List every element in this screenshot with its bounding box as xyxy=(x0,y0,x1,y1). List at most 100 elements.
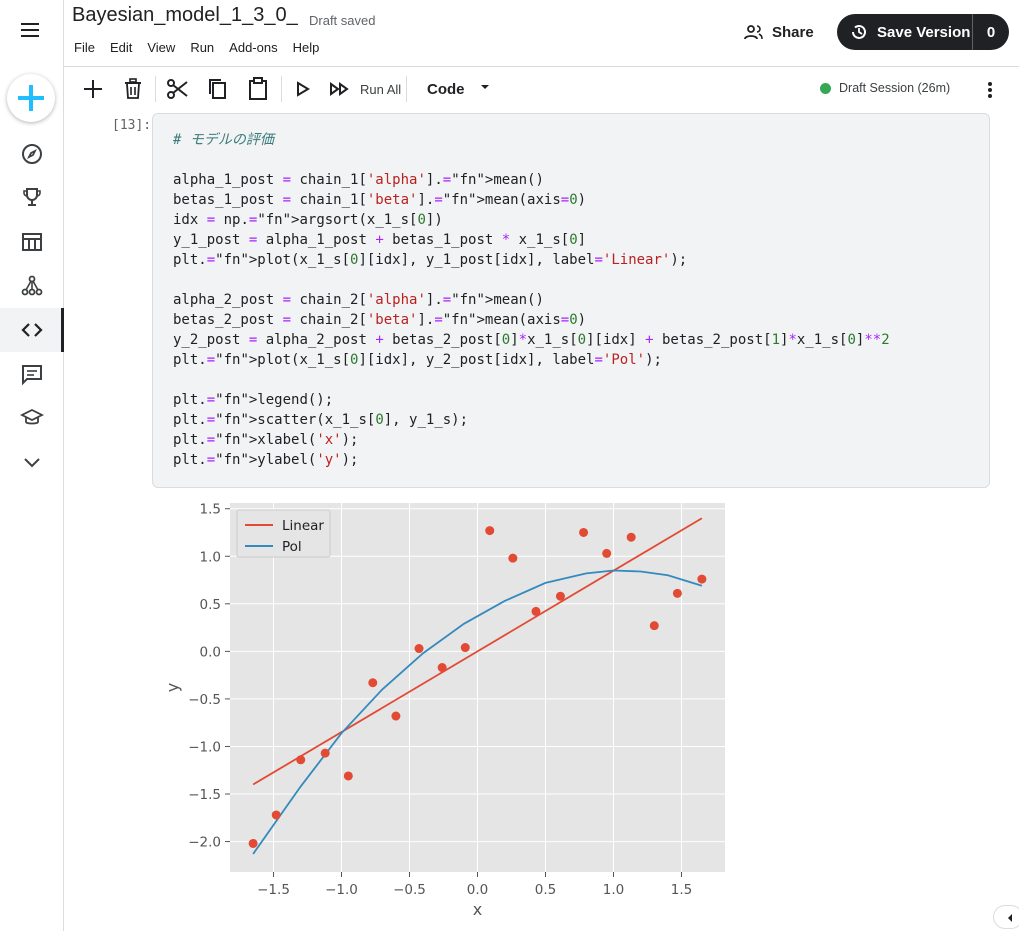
session-label: Draft Session (26m) xyxy=(839,81,951,95)
menu-file[interactable]: File xyxy=(74,40,95,55)
code-line: plt.="fn">legend(); xyxy=(173,392,334,408)
menu-bar: File Edit View Run Add-ons Help xyxy=(74,40,334,55)
code-cell[interactable]: # モデルの評価 alpha_1_post = chain_1['alpha']… xyxy=(152,113,990,488)
code-line: betas_2_post = chain_2['beta'].="fn">mea… xyxy=(173,312,587,328)
y-axis-label: y xyxy=(163,683,182,692)
y-tick-label: 1.0 xyxy=(200,549,221,565)
run-all-icon[interactable] xyxy=(328,76,352,102)
scatter-point xyxy=(271,810,281,820)
code-line: plt.="fn">xlabel('x'); xyxy=(173,432,359,448)
collapse-panel-button[interactable] xyxy=(993,905,1019,929)
y-tick-label: 1.5 xyxy=(200,502,221,518)
x-tick-label: 0.5 xyxy=(535,882,556,898)
explore-icon[interactable] xyxy=(0,132,64,176)
history-icon xyxy=(852,24,866,39)
code-line: # モデルの評価 xyxy=(173,132,274,148)
learn-icon[interactable] xyxy=(0,396,64,440)
scatter-point xyxy=(460,643,470,653)
more-icon[interactable] xyxy=(0,440,64,484)
more-options-icon[interactable] xyxy=(985,80,995,100)
code-line: betas_1_post = chain_1['beta'].="fn">mea… xyxy=(173,192,587,208)
scatter-point xyxy=(485,526,495,536)
scatter-point xyxy=(320,748,330,758)
y-tick-label: 0.0 xyxy=(200,644,221,660)
scatter-point xyxy=(391,711,401,721)
scatter-point xyxy=(531,606,541,616)
x-tick-label: 1.0 xyxy=(603,882,624,898)
cell-type-dropdown[interactable]: Code xyxy=(427,80,495,98)
scatter-point xyxy=(248,838,258,848)
add-cell-icon[interactable] xyxy=(82,76,104,102)
notebook-title[interactable]: Bayesian_model_1_3_0_ xyxy=(72,4,298,27)
x-tick-label: −1.0 xyxy=(325,882,358,898)
menu-run[interactable]: Run xyxy=(190,40,214,55)
scatter-point xyxy=(343,771,353,781)
left-rail xyxy=(0,0,64,931)
session-status-dot xyxy=(820,82,831,94)
copy-icon[interactable] xyxy=(206,76,228,102)
x-tick-label: 1.5 xyxy=(671,882,692,898)
session-status[interactable]: Draft Session (26m) xyxy=(820,81,950,95)
code-line: plt.="fn">scatter(x_1_s[0], y_1_s); xyxy=(173,412,469,428)
scatter-point xyxy=(414,644,424,654)
x-tick-label: 0.0 xyxy=(467,882,488,898)
code-line: plt.="fn">plot(x_1_s[0][idx], y_1_post[i… xyxy=(173,252,688,268)
discussions-icon[interactable] xyxy=(0,352,64,396)
datasets-icon[interactable] xyxy=(0,220,64,264)
save-version-button[interactable]: Save Version 0 xyxy=(837,14,1009,50)
scatter-point xyxy=(602,548,612,558)
menu-help[interactable]: Help xyxy=(293,40,320,55)
scatter-point xyxy=(368,678,378,688)
y-tick-label: −1.5 xyxy=(188,787,221,803)
y-tick-label: −1.0 xyxy=(188,739,221,755)
code-icon[interactable] xyxy=(0,308,64,352)
y-tick-label: 0.5 xyxy=(200,597,221,613)
share-label: Share xyxy=(772,23,814,41)
scatter-point xyxy=(626,532,636,542)
competitions-icon[interactable] xyxy=(0,176,64,220)
y-tick-label: −2.0 xyxy=(188,835,221,851)
code-line: idx = np.="fn">argsort(x_1_s[0]) xyxy=(173,212,443,228)
paste-icon[interactable] xyxy=(247,76,269,102)
code-editor[interactable]: # モデルの評価 alpha_1_post = chain_1['alpha']… xyxy=(173,130,890,470)
run-all-button[interactable]: Run All xyxy=(360,82,401,97)
caret-left-icon xyxy=(1008,914,1012,922)
people-icon xyxy=(744,25,763,40)
save-status: Draft saved xyxy=(309,13,376,28)
scatter-point xyxy=(296,755,306,765)
save-version-label: Save Version xyxy=(877,23,971,41)
code-line: alpha_2_post = chain_2['alpha'].="fn">me… xyxy=(173,292,544,308)
delete-icon[interactable] xyxy=(122,76,144,102)
code-line: plt.="fn">ylabel('y'); xyxy=(173,452,359,468)
scatter-point xyxy=(555,591,565,601)
scatter-point xyxy=(672,588,682,598)
menu-edit[interactable]: Edit xyxy=(110,40,132,55)
menu-view[interactable]: View xyxy=(147,40,175,55)
scatter-point xyxy=(579,527,589,537)
menu-icon[interactable] xyxy=(19,20,43,40)
share-button[interactable]: Share xyxy=(744,20,814,44)
scatter-point xyxy=(697,574,707,584)
create-button[interactable] xyxy=(7,74,55,122)
models-icon[interactable] xyxy=(0,264,64,308)
x-tick-label: −0.5 xyxy=(393,882,426,898)
x-axis-label: x xyxy=(473,900,482,919)
code-line: y_2_post = alpha_2_post + betas_2_post[0… xyxy=(173,332,890,348)
cut-icon[interactable] xyxy=(166,76,190,102)
scatter-point xyxy=(508,553,518,563)
y-tick-label: −0.5 xyxy=(188,692,221,708)
code-line: alpha_1_post = chain_1['alpha'].="fn">me… xyxy=(173,172,544,188)
code-line: y_1_post = alpha_1_post + betas_1_post *… xyxy=(173,232,587,248)
scatter-point xyxy=(437,663,447,673)
version-count[interactable]: 0 xyxy=(973,24,1009,41)
menu-add-ons[interactable]: Add-ons xyxy=(229,40,277,55)
caret-down-icon xyxy=(480,85,489,89)
run-cell-icon[interactable] xyxy=(294,76,312,102)
execution-count: [13]: xyxy=(112,118,152,133)
legend-label: Pol xyxy=(282,539,302,555)
x-tick-label: −1.5 xyxy=(257,882,290,898)
legend-label: Linear xyxy=(282,518,324,534)
